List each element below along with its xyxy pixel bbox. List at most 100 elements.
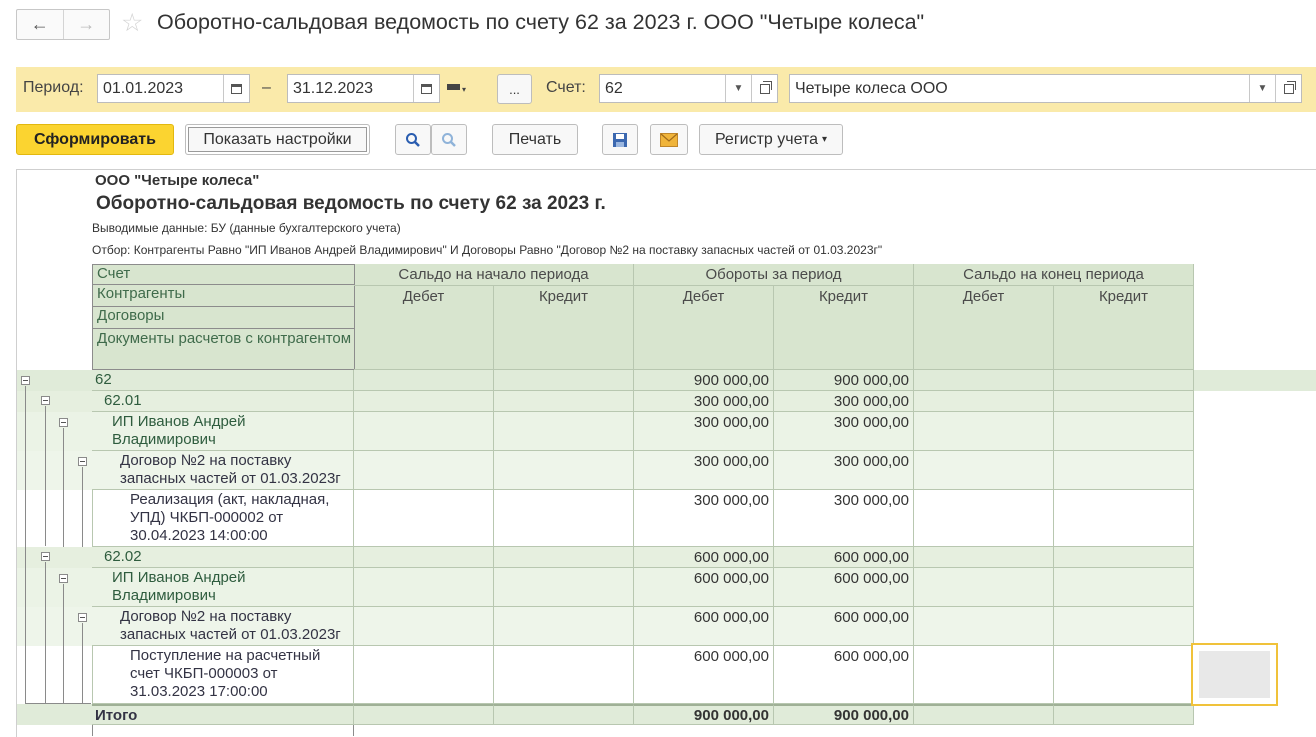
collapse-toggle-icon[interactable] (78, 613, 87, 622)
collapse-toggle-icon[interactable] (41, 552, 50, 561)
cell-empty (354, 370, 494, 391)
report-filter-line: Отбор: Контрагенты Равно "ИП Иванов Андр… (92, 243, 883, 257)
header-turnover: Обороты за период (634, 264, 914, 286)
show-settings-button[interactable]: Показать настройки (185, 124, 370, 155)
cell-empty (494, 646, 634, 704)
account-field[interactable]: 62 ▼ (599, 74, 778, 103)
cell-turnover-debit: 900 000,00 (634, 370, 774, 391)
header-turnover-credit: Кредит (774, 286, 914, 370)
save-icon[interactable] (602, 124, 638, 155)
page-title: Оборотно-сальдовая ведомость по счету 62… (157, 10, 925, 34)
cell-empty (1054, 412, 1194, 451)
back-arrow-icon[interactable]: ← (17, 10, 63, 39)
cell-empty (494, 490, 634, 547)
header-turnover-debit: Дебет (634, 286, 774, 370)
cell-turnover-debit: 600 000,00 (634, 547, 774, 568)
register-label: Регистр учета (714, 130, 819, 148)
open-window-icon[interactable] (751, 75, 777, 102)
cell-empty (1054, 547, 1194, 568)
forward-arrow-icon[interactable]: → (62, 10, 110, 39)
cell-empty (354, 391, 494, 412)
cell-empty (354, 704, 494, 725)
cell-empty (1054, 568, 1194, 607)
cell-turnover-credit: 300 000,00 (774, 490, 914, 547)
cell-turnover-credit: 600 000,00 (774, 646, 914, 704)
collapse-toggle-icon[interactable] (59, 418, 68, 427)
cell-empty (494, 370, 634, 391)
account-label: Счет: (546, 79, 586, 96)
collapse-toggle-icon[interactable] (59, 574, 68, 583)
cell-empty (914, 412, 1054, 451)
cell-empty (354, 451, 494, 490)
total-turnover-credit: 900 000,00 (774, 704, 914, 725)
header-counterparties: Контрагенты (92, 285, 355, 307)
cell-empty (494, 547, 634, 568)
date-to-value: 31.12.2023 (293, 79, 374, 97)
calendar-icon[interactable] (223, 75, 249, 102)
cell-empty (494, 704, 634, 725)
organization-field[interactable]: Четыре колеса ООО ▼ (789, 74, 1302, 103)
cell-turnover-debit: 300 000,00 (634, 490, 774, 547)
favorite-star-icon[interactable]: ☆ (121, 8, 143, 38)
cell-empty (1054, 704, 1194, 725)
period-select-button[interactable]: ... (497, 74, 532, 104)
mail-icon[interactable] (650, 124, 688, 155)
header-opening-balance: Сальдо на начало периода (354, 264, 634, 286)
cell-turnover-credit: 600 000,00 (774, 547, 914, 568)
cell-turnover-debit: 300 000,00 (634, 412, 774, 451)
cell-empty (1054, 646, 1194, 704)
chevron-down-icon[interactable]: ▼ (725, 75, 751, 102)
cell-empty (914, 391, 1054, 412)
collapse-toggle-icon[interactable] (41, 396, 50, 405)
cell-empty (914, 607, 1054, 646)
collapse-toggle-icon[interactable] (78, 457, 87, 466)
chevron-down-icon[interactable]: ▼ (1249, 75, 1275, 102)
calendar-icon[interactable] (413, 75, 439, 102)
cell-turnover-debit: 600 000,00 (634, 607, 774, 646)
row-label: Договор №2 на поставку запасных частей о… (92, 607, 354, 646)
generate-button[interactable]: Сформировать (16, 124, 174, 155)
cell-empty (1054, 391, 1194, 412)
cell-turnover-credit: 300 000,00 (774, 451, 914, 490)
cell-empty (354, 547, 494, 568)
header-closing-debit: Дебет (914, 286, 1054, 370)
cell-turnover-credit: 600 000,00 (774, 607, 914, 646)
period-label: Период: (23, 79, 84, 96)
cell-empty (494, 391, 634, 412)
cell-empty (1054, 490, 1194, 547)
date-to-field[interactable]: 31.12.2023 (287, 74, 440, 103)
cell-empty (914, 490, 1054, 547)
cell-empty (914, 451, 1054, 490)
cell-empty (354, 607, 494, 646)
cell-empty (494, 451, 634, 490)
organization-value: Четыре колеса ООО (795, 79, 948, 97)
cell-empty (354, 412, 494, 451)
header-closing-credit: Кредит (1054, 286, 1194, 370)
chevron-down-icon: ▾ (822, 134, 828, 145)
account-value: 62 (605, 79, 623, 97)
cell-empty (914, 704, 1054, 725)
row-label: Договор №2 на поставку запасных частей о… (92, 451, 354, 490)
search-icon[interactable] (395, 124, 431, 155)
cell-turnover-credit: 300 000,00 (774, 391, 914, 412)
period-variant-icon[interactable]: ▾ (447, 83, 467, 94)
cell-empty (1054, 451, 1194, 490)
header-closing-balance: Сальдо на конец периода (914, 264, 1194, 286)
print-button[interactable]: Печать (492, 124, 578, 155)
row-label: ИП Иванов Андрей Владимирович (92, 412, 354, 451)
total-label: Итого (92, 704, 354, 725)
date-from-field[interactable]: 01.01.2023 (97, 74, 250, 103)
header-documents: Документы расчетов с контрагентом (92, 329, 355, 370)
header-opening-credit: Кредит (494, 286, 634, 370)
collapse-toggle-icon[interactable] (21, 376, 30, 385)
row-label: 62.02 (92, 547, 354, 568)
search-clear-icon[interactable] (431, 124, 467, 155)
selected-cell[interactable] (1191, 643, 1278, 706)
cell-turnover-credit: 600 000,00 (774, 568, 914, 607)
total-turnover-debit: 900 000,00 (634, 704, 774, 725)
row-label: Поступление на расчетный счет ЧКБП-00000… (92, 646, 354, 704)
cell-empty (354, 568, 494, 607)
open-window-icon[interactable] (1275, 75, 1301, 102)
cell-empty (1054, 370, 1194, 391)
register-menu-button[interactable]: Регистр учета ▾ (699, 124, 843, 155)
